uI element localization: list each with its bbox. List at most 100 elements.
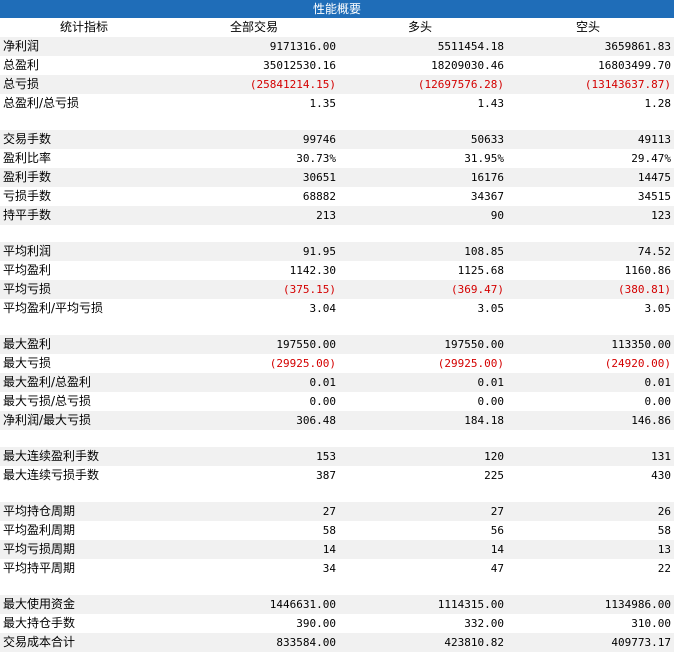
row-label: 最大盈利/总盈利	[3, 375, 92, 389]
row-label: 最大亏损	[3, 356, 52, 370]
value-all-trades: 1446631.00	[269, 598, 336, 611]
row-label: 交易成本合计	[3, 635, 76, 649]
value-all-trades: 3.04	[309, 302, 337, 315]
value-short: 146.86	[631, 414, 671, 427]
header-metric: 统计指标	[60, 20, 109, 34]
value-all-trades: 0.00	[309, 395, 337, 408]
report-title: 性能概要	[0, 0, 674, 18]
table-row: 净利润 9171316.00 5511454.18 3659861.83	[0, 37, 674, 56]
value-short: 1.28	[644, 97, 672, 110]
table-row: 总盈利 35012530.16 18209030.46 16803499.70	[0, 56, 674, 75]
table-row: 最大连续盈利手数 153 120 131	[0, 447, 674, 466]
table-row: 净利润/最大亏损 306.48 184.18 146.86	[0, 411, 674, 430]
value-long: 120	[484, 450, 504, 463]
value-short: 13	[657, 543, 671, 556]
value-long: 31.95%	[464, 152, 504, 165]
value-long: 50633	[470, 133, 504, 146]
value-long: 1.43	[477, 97, 505, 110]
value-all-trades: 30.73%	[296, 152, 336, 165]
value-long: 56	[490, 524, 504, 537]
row-label: 总盈利/总亏损	[3, 96, 80, 110]
table-row: 平均盈利周期 58 56 58	[0, 521, 674, 540]
table-row: 最大盈利/总盈利 0.01 0.01 0.01	[0, 373, 674, 392]
value-short: 131	[651, 450, 671, 463]
value-all-trades: 68882	[302, 190, 336, 203]
value-long: 16176	[470, 171, 504, 184]
row-label: 平均亏损周期	[3, 542, 76, 556]
table-row: 交易手数 99746 50633 49113	[0, 130, 674, 149]
value-long: (12697576.28)	[417, 78, 504, 91]
value-all-trades: (25841214.15)	[249, 78, 336, 91]
value-short: 409773.17	[611, 636, 671, 649]
value-all-trades: 387	[316, 469, 336, 482]
row-label: 盈利比率	[3, 151, 52, 165]
value-short: 1160.86	[624, 264, 671, 277]
value-short: 34515	[637, 190, 671, 203]
row-label: 最大连续盈利手数	[3, 449, 100, 463]
metrics-table-body: 净利润 9171316.00 5511454.18 3659861.83 总盈利 3501…	[0, 37, 674, 652]
value-short: (24920.00)	[604, 357, 671, 370]
table-row: 平均亏损周期 14 14 13	[0, 540, 674, 559]
table-row: 盈利比率 30.73% 31.95% 29.47%	[0, 149, 674, 168]
value-long: 34367	[470, 190, 504, 203]
value-long: 90	[490, 209, 504, 222]
value-all-trades: 35012530.16	[263, 59, 336, 72]
value-all-trades: 14	[322, 543, 336, 556]
row-label: 平均持平周期	[3, 561, 76, 575]
header-all-trades: 全部交易	[230, 20, 279, 34]
value-long: (29925.00)	[437, 357, 504, 370]
value-short: (13143637.87)	[584, 78, 671, 91]
value-long: 27	[490, 505, 504, 518]
value-long: 3.05	[477, 302, 505, 315]
value-all-trades: 58	[322, 524, 336, 537]
value-long: 184.18	[464, 414, 504, 427]
row-label: 最大使用资金	[3, 597, 76, 611]
value-long: 423810.82	[444, 636, 504, 649]
value-short: 1134986.00	[604, 598, 671, 611]
row-label: 最大盈利	[3, 337, 52, 351]
row-label: 总盈利	[3, 58, 40, 72]
value-long: 18209030.46	[431, 59, 504, 72]
value-all-trades: 30651	[302, 171, 336, 184]
value-short: 74.52	[637, 245, 671, 258]
table-row: 总亏损 (25841214.15) (12697576.28) (13143637.8…	[0, 75, 674, 94]
row-label: 净利润	[3, 39, 40, 53]
row-label: 最大亏损/总亏损	[3, 394, 92, 408]
header-short: 空头	[576, 20, 601, 34]
value-all-trades: 1.35	[309, 97, 337, 110]
value-short: 123	[651, 209, 671, 222]
row-label: 平均利润	[3, 244, 52, 258]
row-label: 持平手数	[3, 208, 52, 222]
table-row: 平均持仓周期 27 27 26	[0, 502, 674, 521]
value-long: 0.00	[477, 395, 505, 408]
value-short: 0.01	[644, 376, 672, 389]
table-row: 平均利润 91.95 108.85 74.52	[0, 242, 674, 261]
value-all-trades: 390.00	[296, 617, 336, 630]
table-row: 总盈利/总亏损 1.35 1.43 1.28	[0, 94, 674, 113]
column-header-row: 统计指标 全部交易 多头 空头	[0, 18, 674, 37]
value-all-trades: 306.48	[296, 414, 336, 427]
row-label: 盈利手数	[3, 170, 52, 184]
table-row: 平均持平周期 34 47 22	[0, 559, 674, 578]
table-row: 平均亏损 (375.15) (369.47) (380.81)	[0, 280, 674, 299]
value-long: 1125.68	[457, 264, 504, 277]
row-label: 平均盈利	[3, 263, 52, 277]
row-label: 最大连续亏损手数	[3, 468, 100, 482]
table-row: 平均盈利 1142.30 1125.68 1160.86	[0, 261, 674, 280]
value-all-trades: (29925.00)	[269, 357, 336, 370]
value-short: 0.00	[644, 395, 672, 408]
row-label: 平均盈利周期	[3, 523, 76, 537]
table-row: 最大亏损 (29925.00) (29925.00) (24920.00)	[0, 354, 674, 373]
value-all-trades: 0.01	[309, 376, 337, 389]
value-all-trades: 34	[322, 562, 336, 575]
value-long: 1114315.00	[437, 598, 504, 611]
value-short: 3.05	[644, 302, 672, 315]
table-row: 最大持仓手数 390.00 332.00 310.00	[0, 614, 674, 633]
value-all-trades: 91.95	[302, 245, 336, 258]
value-short: 14475	[637, 171, 671, 184]
